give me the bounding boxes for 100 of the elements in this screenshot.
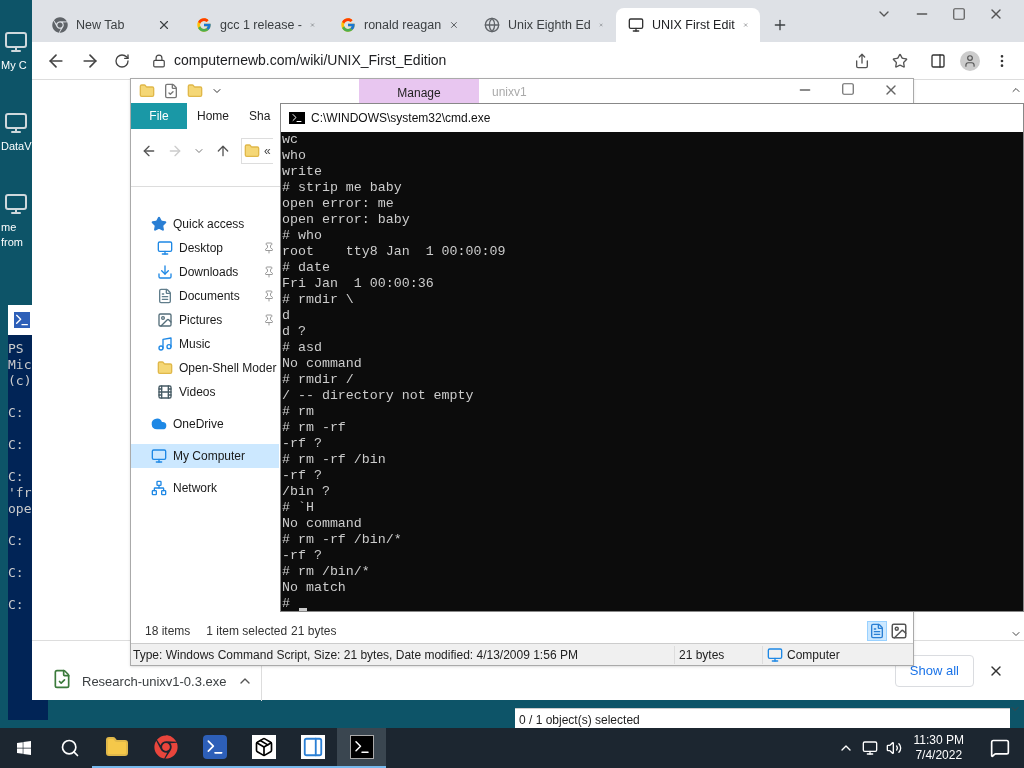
cloud-icon xyxy=(151,416,167,432)
nav-item[interactable]: Downloads xyxy=(131,260,279,284)
console-line: # asd xyxy=(282,340,322,356)
console-line: # rm xyxy=(282,404,314,420)
console-line: C: xyxy=(8,437,25,453)
console-line: who xyxy=(282,148,306,164)
console-line: # rm -rf /bin xyxy=(282,452,386,468)
desktop-icon-label: DataV xyxy=(0,139,32,154)
breadcrumb-chevron[interactable]: « xyxy=(264,142,271,160)
browser-tab[interactable]: gcc 1 release - xyxy=(184,8,328,42)
console-line: C: xyxy=(8,469,25,485)
computer-icon xyxy=(628,17,644,33)
console-line: open error: me xyxy=(282,196,394,212)
nav-item[interactable]: Network xyxy=(131,476,279,500)
nav-item[interactable]: My Computer xyxy=(131,444,279,468)
archive-icon xyxy=(251,735,276,759)
console-line: Fri Jan 1 00:00:36 xyxy=(282,276,434,292)
share-icon[interactable] xyxy=(854,52,870,69)
desktop-shortcut-icon[interactable] xyxy=(4,30,28,54)
desktop-shortcut-icon[interactable] xyxy=(4,111,28,135)
console-line: d xyxy=(282,308,290,324)
properties-icon[interactable] xyxy=(163,83,179,99)
chrome-icon xyxy=(153,735,178,759)
window-title: C:\WINDOWS\system32\cmd.exe xyxy=(311,110,491,127)
maximize-icon[interactable] xyxy=(841,82,855,96)
browser-tab[interactable]: UNIX First Edit xyxy=(616,8,760,42)
maximize-icon[interactable] xyxy=(952,7,966,21)
console-line: # rm -rf xyxy=(282,420,346,436)
console-line: # rmdir / xyxy=(282,372,354,388)
console-line: No command xyxy=(282,356,362,372)
context-tab[interactable]: Manage xyxy=(359,79,479,103)
reload-icon[interactable] xyxy=(114,52,130,69)
folder-icon xyxy=(244,143,260,159)
details-view-icon[interactable] xyxy=(867,621,887,641)
console-line: No match xyxy=(282,580,346,596)
download-filename[interactable]: Research-unixv1-0.3.exe xyxy=(82,674,227,689)
desktop-shortcut-icon[interactable] xyxy=(4,192,28,216)
console-line: PS xyxy=(8,341,25,357)
download-icon xyxy=(157,264,173,280)
desktop-icon xyxy=(157,240,173,256)
lock-icon xyxy=(152,53,166,68)
item-count: 18 items xyxy=(145,623,191,640)
nav-item[interactable]: Open-Shell Moder xyxy=(131,356,279,380)
back-icon[interactable] xyxy=(141,143,157,159)
console-line: Mic xyxy=(8,357,33,373)
notifications-icon[interactable] xyxy=(990,738,1010,758)
desktop-icon-label: My C xyxy=(0,58,27,73)
start-icon[interactable] xyxy=(16,740,32,756)
console-line: # `H xyxy=(282,500,314,516)
console-line: # rm -rf /bin/* xyxy=(282,532,402,548)
terminal-icon xyxy=(202,735,227,759)
console-line: -rf ? xyxy=(282,548,322,564)
console-line: # who xyxy=(282,228,322,244)
bookmark-star-icon[interactable] xyxy=(892,52,908,69)
computer-icon xyxy=(767,646,783,663)
search-icon[interactable] xyxy=(60,738,80,758)
console-line: No command xyxy=(282,516,362,532)
ribbon-tab[interactable]: Sha xyxy=(239,103,281,129)
console-line: (c) xyxy=(8,373,33,389)
network-icon[interactable] xyxy=(861,740,878,756)
nav-item[interactable]: Videos xyxy=(131,380,279,404)
nav-item[interactable]: Quick access xyxy=(131,212,279,236)
side-panel-icon[interactable] xyxy=(930,52,946,69)
volume-icon[interactable] xyxy=(885,740,902,756)
console-line: # xyxy=(282,596,290,612)
ribbon-tab[interactable]: Home xyxy=(187,103,239,129)
file-size: 21 bytes xyxy=(675,645,763,664)
profile-avatar[interactable] xyxy=(960,50,980,71)
close-icon[interactable] xyxy=(157,18,171,32)
console-line: C: xyxy=(8,597,25,613)
folder-icon xyxy=(104,735,129,759)
selection-info: 1 item selected xyxy=(206,623,288,640)
browser-tab[interactable]: Unix Eighth Ed xyxy=(472,8,616,42)
google-g-icon xyxy=(340,17,356,33)
console-line: ope xyxy=(8,501,33,517)
installer-icon xyxy=(52,668,72,689)
taskbar-button[interactable] xyxy=(337,728,386,768)
console-line: C: xyxy=(8,533,25,549)
new-tab-icon[interactable] xyxy=(772,17,788,33)
large-icons-view-icon[interactable] xyxy=(889,621,909,641)
desktop-icon-label: from xyxy=(0,235,23,250)
nav-item[interactable]: Desktop xyxy=(131,236,279,260)
browser-tab[interactable]: New Tab xyxy=(40,8,184,42)
window-icon xyxy=(300,735,325,759)
browser-tab[interactable]: ronald reagan xyxy=(328,8,472,42)
console-line: # rm /bin/* xyxy=(282,564,370,580)
clock-time[interactable]: 11:30 PM xyxy=(913,733,964,748)
nav-item[interactable]: OneDrive xyxy=(131,412,279,436)
film-icon xyxy=(157,384,173,400)
nav-item[interactable]: Music xyxy=(131,332,279,356)
selection-size: 21 bytes xyxy=(291,623,337,640)
address-field[interactable]: « xyxy=(241,138,273,164)
console-line: -rf ? xyxy=(282,436,322,452)
nav-item[interactable]: Pictures xyxy=(131,308,279,332)
nav-item[interactable]: Documents xyxy=(131,284,279,308)
console-line: write xyxy=(282,164,322,180)
window-title: unixv1 xyxy=(492,84,527,101)
up-icon[interactable] xyxy=(215,143,231,159)
console-line: C: xyxy=(8,565,25,581)
clock-date[interactable]: 7/4/2022 xyxy=(915,748,963,763)
